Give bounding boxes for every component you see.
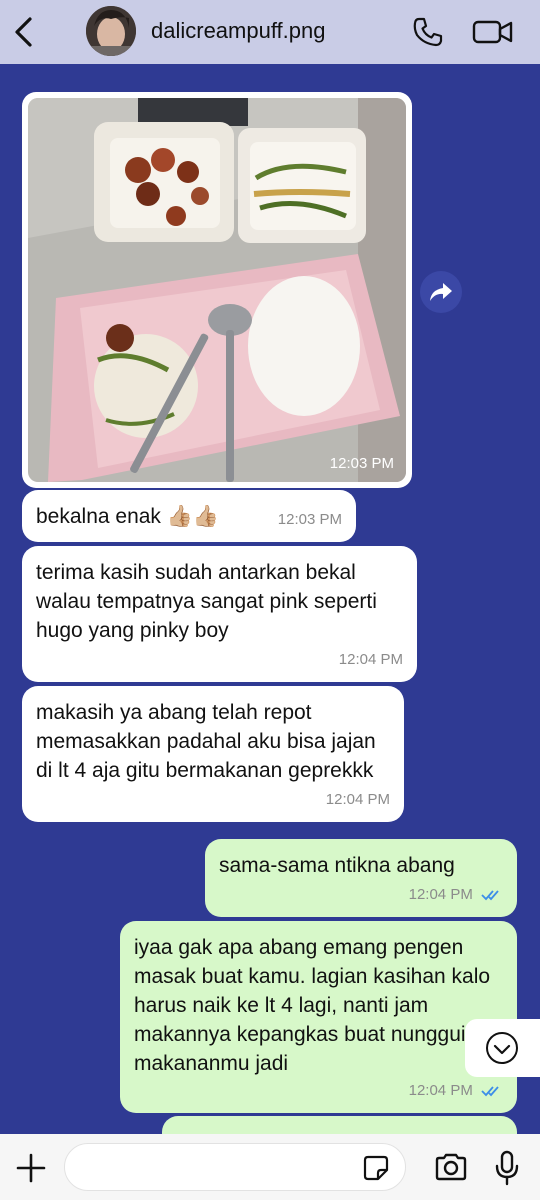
message-time: 12:04 PM <box>408 1082 473 1099</box>
message-time: 12:03 PM <box>277 511 342 528</box>
read-ticks-icon <box>481 1086 499 1097</box>
message-text: sama-sama ntikna abang <box>219 854 455 877</box>
read-ticks-icon <box>481 890 499 901</box>
message-text: iyaa gak apa abang emang pengen masak bu… <box>134 936 491 1075</box>
contact-name[interactable]: dalicreampuff.png <box>151 18 326 44</box>
message-time: 12:04 PM <box>408 886 473 903</box>
message-status: 12:04 PM <box>409 1076 503 1105</box>
incoming-message[interactable]: terima kasih sudah antarkan bekal walau … <box>22 546 417 682</box>
avatar[interactable] <box>86 6 136 56</box>
outgoing-message[interactable]: sama-sama ntikna abang 12:04 PM <box>205 839 517 917</box>
outgoing-message[interactable] <box>162 1116 517 1134</box>
message-composer <box>0 1134 540 1200</box>
message-text: makasih ya abang telah repot memasakkan … <box>36 701 376 782</box>
image-message[interactable]: 12:03 PM <box>22 92 412 488</box>
sticker-icon[interactable] <box>362 1154 390 1182</box>
camera-icon[interactable] <box>434 1152 468 1182</box>
microphone-icon[interactable] <box>493 1150 521 1186</box>
message-text: terima kasih sudah antarkan bekal walau … <box>36 561 377 642</box>
message-input[interactable] <box>64 1143 406 1191</box>
message-time: 12:04 PM <box>338 651 403 668</box>
message-time: 12:03 PM <box>329 455 394 472</box>
scroll-to-bottom-button[interactable] <box>465 1019 540 1077</box>
video-camera-icon[interactable] <box>472 17 514 47</box>
message-status: 12:04 PM <box>409 880 503 909</box>
message-text: bekalna enak 👍🏼👍🏼 <box>36 505 220 528</box>
food-photo[interactable]: 12:03 PM <box>28 98 406 482</box>
phone-icon[interactable] <box>412 16 444 48</box>
message-time: 12:04 PM <box>325 791 390 808</box>
chat-header: dalicreampuff.png <box>0 0 540 64</box>
outgoing-message[interactable]: iyaa gak apa abang emang pengen masak bu… <box>120 921 517 1113</box>
forward-button[interactable] <box>420 271 462 313</box>
chat-area[interactable]: 12:03 PM bekalna enak 👍🏼👍🏼 12:03 PM teri… <box>0 64 540 1134</box>
chevron-left-icon[interactable] <box>10 14 36 50</box>
forward-icon <box>430 283 452 301</box>
chevron-down-circle-icon <box>486 1032 518 1064</box>
incoming-message[interactable]: makasih ya abang telah repot memasakkan … <box>22 686 404 822</box>
plus-icon[interactable] <box>16 1153 46 1183</box>
incoming-message[interactable]: bekalna enak 👍🏼👍🏼 12:03 PM <box>22 490 356 542</box>
